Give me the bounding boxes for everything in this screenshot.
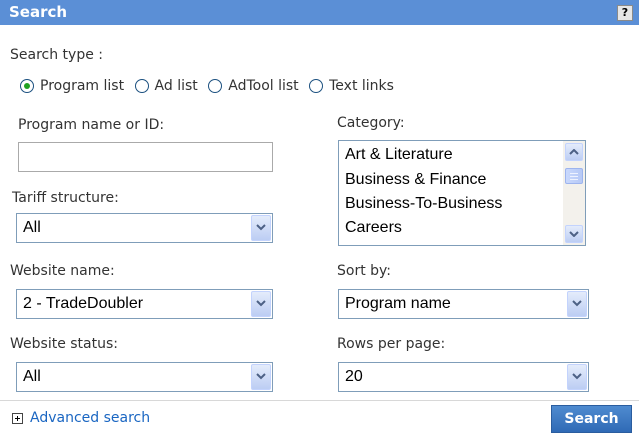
radio-text-links[interactable]: Text links (309, 78, 394, 94)
search-type-radio-group: Program list Ad list AdTool list Text li… (20, 78, 400, 100)
category-listbox[interactable]: Art & Literature Business & Finance Busi… (338, 140, 586, 246)
radio-program-list[interactable]: Program list (20, 78, 124, 94)
advanced-search-link[interactable]: Advanced search (30, 410, 150, 426)
radio-ad-list-label[interactable]: Ad list (155, 78, 198, 94)
chevron-down-icon[interactable] (251, 364, 271, 390)
expand-plus-icon[interactable] (12, 413, 23, 424)
sort-by-select[interactable]: Program name (338, 289, 589, 319)
help-icon[interactable]: ? (617, 5, 633, 21)
website-status-value: All (23, 368, 41, 385)
website-name-select[interactable]: 2 - TradeDoubler (16, 289, 273, 319)
rows-per-page-select[interactable]: 20 (338, 362, 589, 392)
search-button[interactable]: Search (551, 405, 632, 433)
chevron-down-icon[interactable] (251, 215, 271, 241)
chevron-down-icon[interactable] (567, 364, 587, 390)
radio-adtool-list[interactable]: AdTool list (208, 78, 299, 94)
category-scrollbar[interactable] (563, 141, 585, 245)
tariff-structure-select[interactable]: All (16, 213, 273, 243)
tariff-structure-value: All (23, 219, 41, 236)
program-name-label: Program name or ID: (18, 117, 165, 133)
sort-by-value: Program name (345, 295, 451, 312)
radio-unselected-icon[interactable] (134, 79, 149, 93)
category-label: Category: (337, 115, 405, 131)
scroll-thumb[interactable] (565, 168, 583, 184)
radio-text-links-label[interactable]: Text links (329, 78, 394, 94)
search-type-label: Search type : (10, 47, 103, 63)
chevron-down-icon[interactable] (251, 291, 271, 317)
website-name-value: 2 - TradeDoubler (23, 295, 144, 312)
footer-divider (0, 400, 639, 401)
category-option[interactable]: Art & Literature (345, 146, 453, 164)
category-option[interactable]: Careers (345, 219, 402, 237)
program-name-input[interactable] (18, 142, 273, 172)
radio-selected-icon[interactable] (20, 79, 34, 93)
website-name-label: Website name: (10, 263, 115, 279)
scroll-up-arrow-icon[interactable] (565, 143, 583, 161)
radio-program-list-label[interactable]: Program list (40, 78, 124, 94)
rows-per-page-label: Rows per page: (337, 336, 446, 352)
tariff-structure-label: Tariff structure: (12, 190, 119, 206)
sort-by-label: Sort by: (337, 263, 392, 279)
website-status-select[interactable]: All (16, 362, 273, 392)
panel-header: Search ? (0, 0, 639, 25)
rows-per-page-value: 20 (345, 368, 363, 385)
category-option[interactable]: Business & Finance (345, 171, 486, 189)
radio-unselected-icon[interactable] (208, 79, 223, 93)
scroll-down-arrow-icon[interactable] (565, 225, 583, 243)
panel-title: Search (9, 3, 68, 21)
website-status-label: Website status: (10, 336, 118, 352)
radio-ad-list[interactable]: Ad list (134, 78, 198, 94)
chevron-down-icon[interactable] (567, 291, 587, 317)
category-option[interactable]: Business-To-Business (345, 195, 502, 213)
radio-adtool-list-label[interactable]: AdTool list (228, 78, 298, 94)
radio-unselected-icon[interactable] (309, 79, 324, 93)
